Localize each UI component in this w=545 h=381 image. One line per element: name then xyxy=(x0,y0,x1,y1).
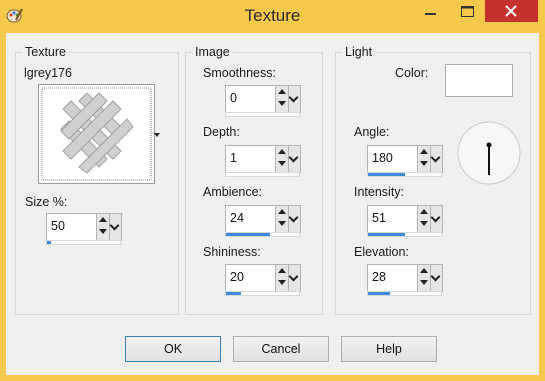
size-input[interactable]: 50 xyxy=(46,213,97,241)
intensity-dropdown-button[interactable] xyxy=(430,205,443,233)
spin-up-icon[interactable] xyxy=(420,268,428,273)
slider-fill xyxy=(226,292,241,295)
minimize-icon xyxy=(425,13,436,15)
size-dropdown-button[interactable] xyxy=(109,213,122,241)
angle-dial[interactable] xyxy=(456,120,522,186)
close-icon xyxy=(505,5,517,17)
spin-down-icon[interactable] xyxy=(278,280,286,285)
smoothness-input[interactable]: 0 xyxy=(225,85,276,113)
texture-name: lgrey176 xyxy=(24,66,72,80)
angle-dropdown-button[interactable] xyxy=(430,145,443,173)
size-spin-arrows[interactable] xyxy=(96,213,110,241)
spin-down-icon[interactable] xyxy=(278,101,286,106)
spin-down-icon[interactable] xyxy=(278,161,286,166)
angle-label: Angle: xyxy=(354,125,390,139)
intensity-label: Intensity: xyxy=(354,185,405,199)
smoothness-spin-arrows[interactable] xyxy=(275,85,289,113)
image-group-label: Image xyxy=(192,45,233,59)
elevation-spin-arrows[interactable] xyxy=(417,264,431,292)
spin-up-icon[interactable] xyxy=(420,209,428,214)
maximize-icon xyxy=(461,6,474,17)
spin-down-icon[interactable] xyxy=(278,221,286,226)
intensity-input[interactable]: 51 xyxy=(367,205,418,233)
angle-spinner[interactable]: 180 xyxy=(367,145,443,178)
angle-spin-arrows[interactable] xyxy=(417,145,431,173)
size-label: Size %: xyxy=(25,195,68,209)
elevation-slider[interactable] xyxy=(367,291,442,296)
elevation-label: Elevation: xyxy=(354,245,409,259)
smoothness-slider[interactable] xyxy=(225,112,300,117)
ambience-spinner[interactable]: 24 xyxy=(225,205,301,238)
color-label: Color: xyxy=(395,66,429,80)
light-group-label: Light xyxy=(342,45,376,59)
slider-fill xyxy=(368,292,390,295)
smoothness-dropdown-button[interactable] xyxy=(288,85,301,113)
slider-fill xyxy=(368,233,405,236)
spin-up-icon[interactable] xyxy=(420,149,428,154)
ambience-slider[interactable] xyxy=(225,232,300,237)
size-spinner[interactable]: 50 xyxy=(46,213,122,246)
ambience-dropdown-button[interactable] xyxy=(288,205,301,233)
dialog-body: Texture lgrey176 Size %: 50 Image Smooth… xyxy=(6,33,539,375)
dropdown-arrow-icon xyxy=(154,133,160,137)
slider-fill xyxy=(368,173,405,176)
spin-down-icon[interactable] xyxy=(420,280,428,285)
spin-down-icon[interactable] xyxy=(420,161,428,166)
spin-up-icon[interactable] xyxy=(278,89,286,94)
intensity-slider[interactable] xyxy=(367,232,442,237)
depth-spinner[interactable]: 1 xyxy=(225,145,301,178)
depth-slider[interactable] xyxy=(225,172,300,177)
depth-input[interactable]: 1 xyxy=(225,145,276,173)
depth-spin-arrows[interactable] xyxy=(275,145,289,173)
depth-dropdown-button[interactable] xyxy=(288,145,301,173)
texture-preview xyxy=(41,87,152,181)
ok-button[interactable]: OK xyxy=(125,336,221,362)
spin-up-icon[interactable] xyxy=(99,217,107,222)
shininess-slider[interactable] xyxy=(225,291,300,296)
texture-group-label: Texture xyxy=(22,45,69,59)
smoothness-spinner[interactable]: 0 xyxy=(225,85,301,118)
ambience-label: Ambience: xyxy=(203,185,263,199)
cancel-button[interactable]: Cancel xyxy=(233,336,329,362)
minimize-button[interactable] xyxy=(412,0,450,22)
smoothness-label: Smoothness: xyxy=(203,66,276,80)
angle-slider[interactable] xyxy=(367,172,442,177)
ambience-spin-arrows[interactable] xyxy=(275,205,289,233)
close-button[interactable] xyxy=(485,0,538,22)
size-slider[interactable] xyxy=(46,240,121,245)
shininess-label: Shininess: xyxy=(203,245,261,259)
shininess-spinner[interactable]: 20 xyxy=(225,264,301,297)
light-color-swatch[interactable] xyxy=(445,64,513,97)
spin-up-icon[interactable] xyxy=(278,149,286,154)
spin-up-icon[interactable] xyxy=(278,268,286,273)
elevation-dropdown-button[interactable] xyxy=(430,264,443,292)
spin-down-icon[interactable] xyxy=(99,229,107,234)
spin-up-icon[interactable] xyxy=(278,209,286,214)
shininess-dropdown-button[interactable] xyxy=(288,264,301,292)
depth-label: Depth: xyxy=(203,125,240,139)
texture-preview-dropdown[interactable] xyxy=(38,84,160,184)
slider-fill xyxy=(226,233,270,236)
elevation-spinner[interactable]: 28 xyxy=(367,264,443,297)
intensity-spin-arrows[interactable] xyxy=(417,205,431,233)
shininess-input[interactable]: 20 xyxy=(225,264,276,292)
slider-fill xyxy=(47,241,51,244)
spin-down-icon[interactable] xyxy=(420,221,428,226)
help-button[interactable]: Help xyxy=(341,336,437,362)
title-bar[interactable]: Texture xyxy=(0,0,545,33)
angle-input[interactable]: 180 xyxy=(367,145,418,173)
ambience-input[interactable]: 24 xyxy=(225,205,276,233)
intensity-spinner[interactable]: 51 xyxy=(367,205,443,238)
elevation-input[interactable]: 28 xyxy=(367,264,418,292)
maximize-button[interactable] xyxy=(450,0,485,22)
shininess-spin-arrows[interactable] xyxy=(275,264,289,292)
